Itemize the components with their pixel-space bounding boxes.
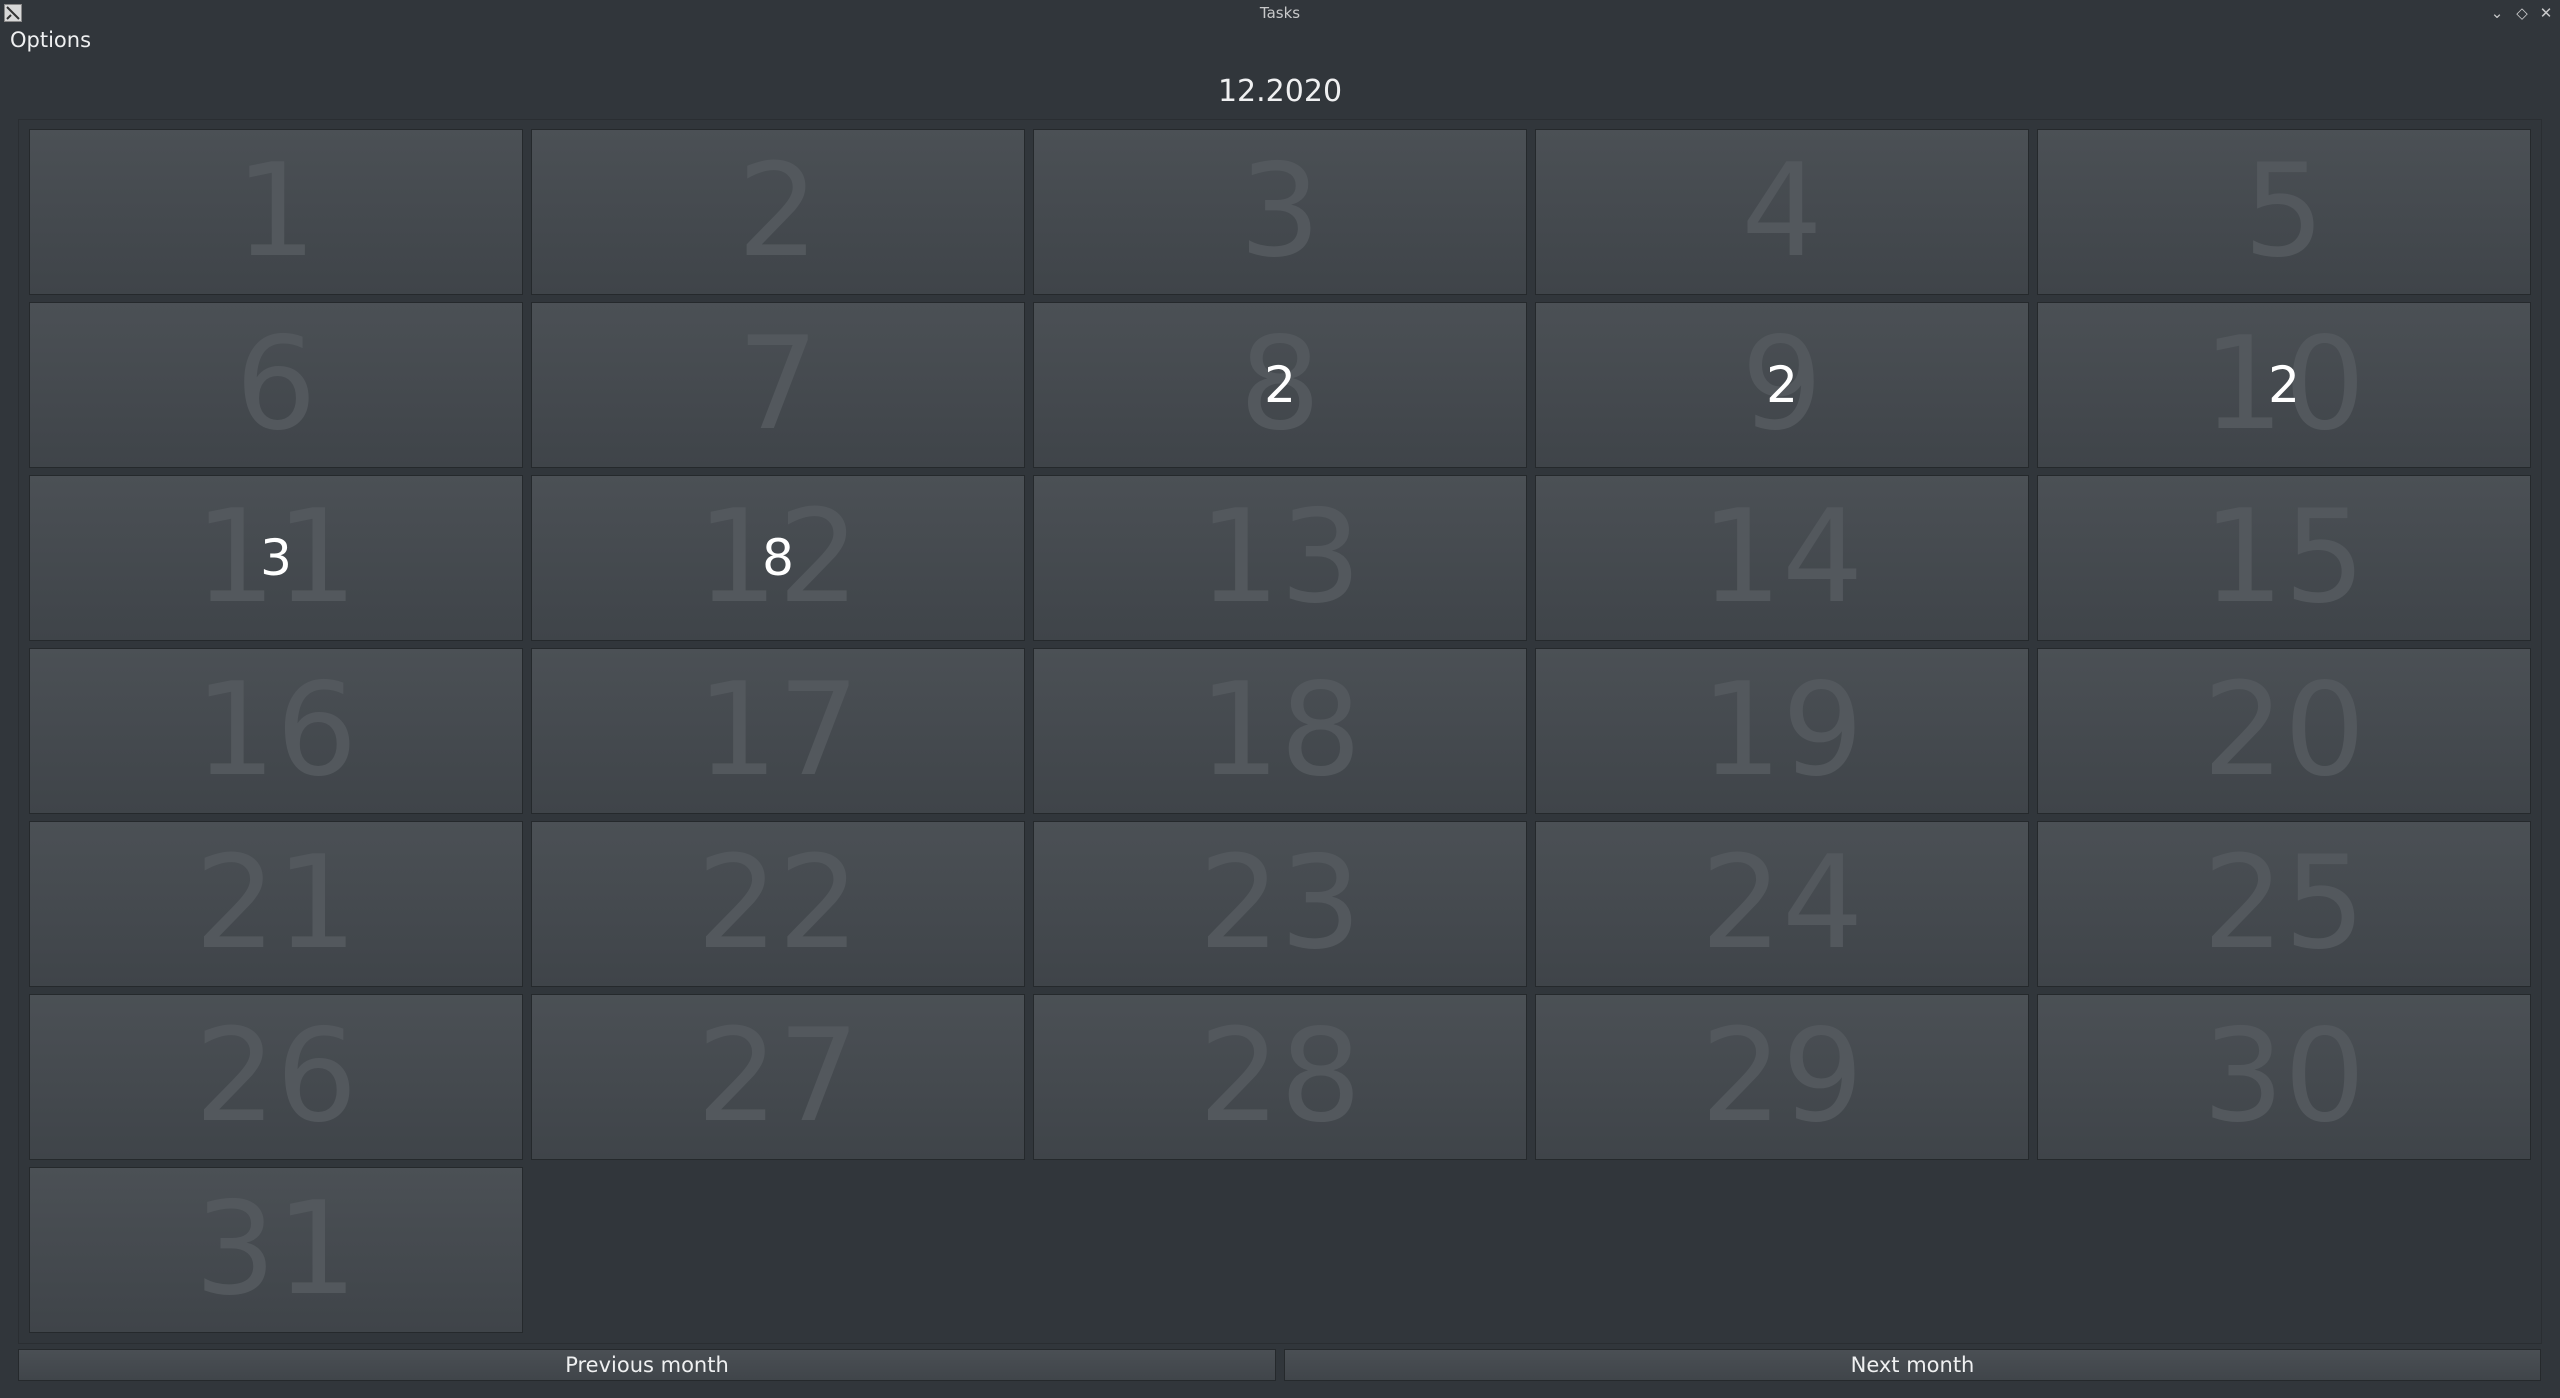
day-cell-31[interactable]: 31: [29, 1167, 523, 1333]
day-cell-2[interactable]: 2: [531, 129, 1025, 295]
day-cell-8[interactable]: 82: [1033, 302, 1527, 468]
task-count: [30, 303, 522, 467]
task-count: [30, 130, 522, 294]
close-icon[interactable]: ✕: [2536, 3, 2556, 23]
task-count: [1034, 649, 1526, 813]
next-month-button[interactable]: Next month: [1284, 1349, 2541, 1381]
task-count: [30, 822, 522, 986]
day-cell-21[interactable]: 21: [29, 821, 523, 987]
day-cell-15[interactable]: 15: [2037, 475, 2531, 641]
task-count: [2038, 130, 2530, 294]
day-cell-22[interactable]: 22: [531, 821, 1025, 987]
day-cell-7[interactable]: 7: [531, 302, 1025, 468]
day-cell-17[interactable]: 17: [531, 648, 1025, 814]
task-count: [1034, 476, 1526, 640]
task-count: [532, 649, 1024, 813]
menu-bar: Options: [0, 26, 2560, 60]
day-cell-24[interactable]: 24: [1535, 821, 2029, 987]
task-count: 2: [1766, 356, 1798, 414]
task-count: 2: [2268, 356, 2300, 414]
day-cell-9[interactable]: 92: [1535, 302, 2029, 468]
task-count: 8: [762, 529, 794, 587]
day-cell-12[interactable]: 12 8: [531, 475, 1025, 641]
task-count: [1536, 130, 2028, 294]
task-count: 2: [1264, 356, 1296, 414]
task-count: [30, 1168, 522, 1332]
task-count: [1536, 822, 2028, 986]
day-cell-29[interactable]: 29: [1535, 994, 2029, 1160]
task-count: [30, 649, 522, 813]
month-title: 12.2020: [1217, 74, 1343, 109]
task-count: [1536, 995, 2028, 1159]
day-cell-27[interactable]: 27: [531, 994, 1025, 1160]
task-count: 3: [260, 529, 292, 587]
task-count: [532, 303, 1024, 467]
task-count: [30, 995, 522, 1159]
day-cell-30[interactable]: 30: [2037, 994, 2531, 1160]
diamond-icon[interactable]: ◇: [2512, 3, 2532, 23]
day-cell-26[interactable]: 26: [29, 994, 523, 1160]
day-cell-19[interactable]: 19: [1535, 648, 2029, 814]
calendar-grid: 1 2 3 4 5 6 7 8 2 9 2 10 2 11 3 12 8 13 14 15 16 17 18 19 20 21 22…: [18, 119, 2542, 1344]
day-cell-11[interactable]: 11 3: [29, 475, 523, 641]
day-cell-3[interactable]: 3: [1033, 129, 1527, 295]
task-count: [2038, 476, 2530, 640]
task-count: [1536, 476, 2028, 640]
task-count: [2038, 649, 2530, 813]
menu-options[interactable]: Options: [10, 28, 91, 52]
day-cell-14[interactable]: 14: [1535, 475, 2029, 641]
day-cell-1[interactable]: 1: [29, 129, 523, 295]
day-cell-18[interactable]: 18: [1033, 648, 1527, 814]
day-cell-16[interactable]: 16: [29, 648, 523, 814]
day-cell-25[interactable]: 25: [2037, 821, 2531, 987]
window-titlebar: Tasks ⌄ ◇ ✕: [0, 0, 2560, 26]
task-count: [532, 822, 1024, 986]
day-cell-10[interactable]: 10 2: [2037, 302, 2531, 468]
window-title: Tasks: [1259, 4, 1301, 22]
task-count: [2038, 995, 2530, 1159]
task-count: [1034, 822, 1526, 986]
task-count: [2038, 822, 2530, 986]
day-cell-20[interactable]: 20: [2037, 648, 2531, 814]
day-cell-5[interactable]: 5: [2037, 129, 2531, 295]
day-cell-6[interactable]: 6: [29, 302, 523, 468]
previous-month-button[interactable]: Previous month: [18, 1349, 1276, 1381]
task-count: [532, 995, 1024, 1159]
task-count: [1536, 649, 2028, 813]
day-cell-28[interactable]: 28: [1033, 994, 1527, 1160]
day-cell-4[interactable]: 4: [1535, 129, 2029, 295]
task-count: [1034, 130, 1526, 294]
task-count: [532, 130, 1024, 294]
day-cell-13[interactable]: 13: [1033, 475, 1527, 641]
chevron-down-icon[interactable]: ⌄: [2487, 3, 2507, 23]
task-count: [1034, 995, 1526, 1159]
day-cell-23[interactable]: 23: [1033, 821, 1527, 987]
